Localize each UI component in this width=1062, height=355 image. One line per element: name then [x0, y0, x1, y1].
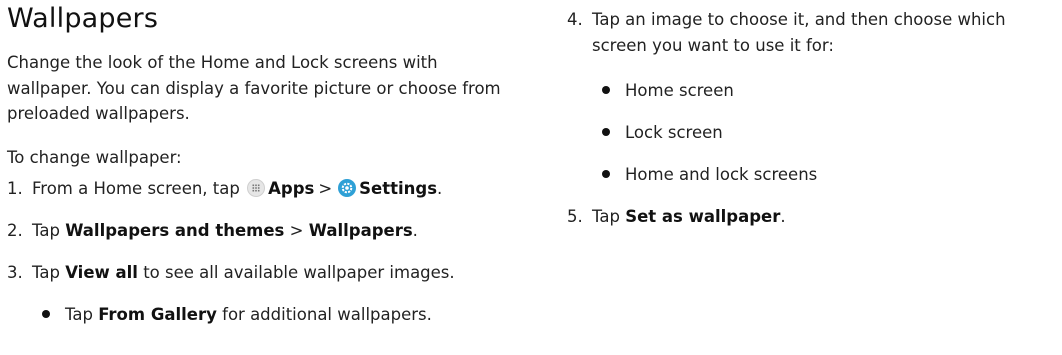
instructions-lead: To change wallpaper:: [7, 148, 182, 167]
step-1: 1. From a Home screen, tap Apps > Settings…: [7, 177, 442, 201]
bullet-dot: [42, 309, 50, 318]
step-2: 2. Tap Wallpapers and themes > Wallpapers…: [7, 219, 418, 243]
settings-gear-icon: [338, 178, 357, 197]
from-gallery-label: From Gallery: [98, 305, 217, 324]
step-number: 3.: [7, 263, 23, 282]
wallpapers-and-themes-label: Wallpapers and themes: [65, 221, 285, 240]
bullet-dot: [602, 169, 610, 178]
step-4: 4. Tap an image to choose it, and then c…: [567, 7, 1062, 58]
page-title: Wallpapers: [7, 3, 159, 34]
step-3-bullet: Tap From Gallery for additional wallpape…: [42, 303, 432, 327]
step-number: 2.: [7, 221, 23, 240]
list-item: Home screen: [602, 79, 734, 103]
list-item: Home and lock screens: [602, 163, 817, 187]
wallpapers-label: Wallpapers: [308, 221, 413, 240]
step-number: 4.: [567, 10, 583, 29]
apps-label: Apps: [268, 179, 315, 198]
set-as-wallpaper-label: Set as wallpaper: [625, 207, 781, 226]
step-number: 5.: [567, 207, 583, 226]
view-all-label: View all: [65, 263, 138, 282]
bullet-dot: [602, 85, 610, 94]
list-item: Lock screen: [602, 121, 723, 145]
settings-label: Settings: [359, 179, 438, 198]
step-3: 3. Tap View all to see all available wall…: [7, 261, 455, 285]
step-5: 5. Tap Set as wallpaper.: [567, 205, 786, 229]
apps-grid-icon: [247, 178, 266, 197]
step-number: 1.: [7, 179, 23, 198]
bullet-dot: [602, 127, 610, 136]
intro-paragraph: Change the look of the Home and Lock scr…: [7, 53, 501, 123]
step-4-text: Tap an image to choose it, and then choo…: [592, 10, 1006, 55]
